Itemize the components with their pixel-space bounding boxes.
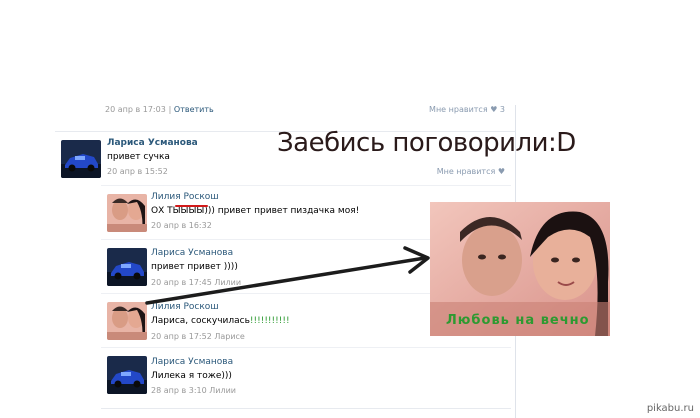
photo-caption: Любовь на вечно — [446, 313, 590, 328]
watermark: pikabu.ru — [646, 403, 694, 414]
couple-photo: Любовь на вечно — [430, 202, 610, 336]
